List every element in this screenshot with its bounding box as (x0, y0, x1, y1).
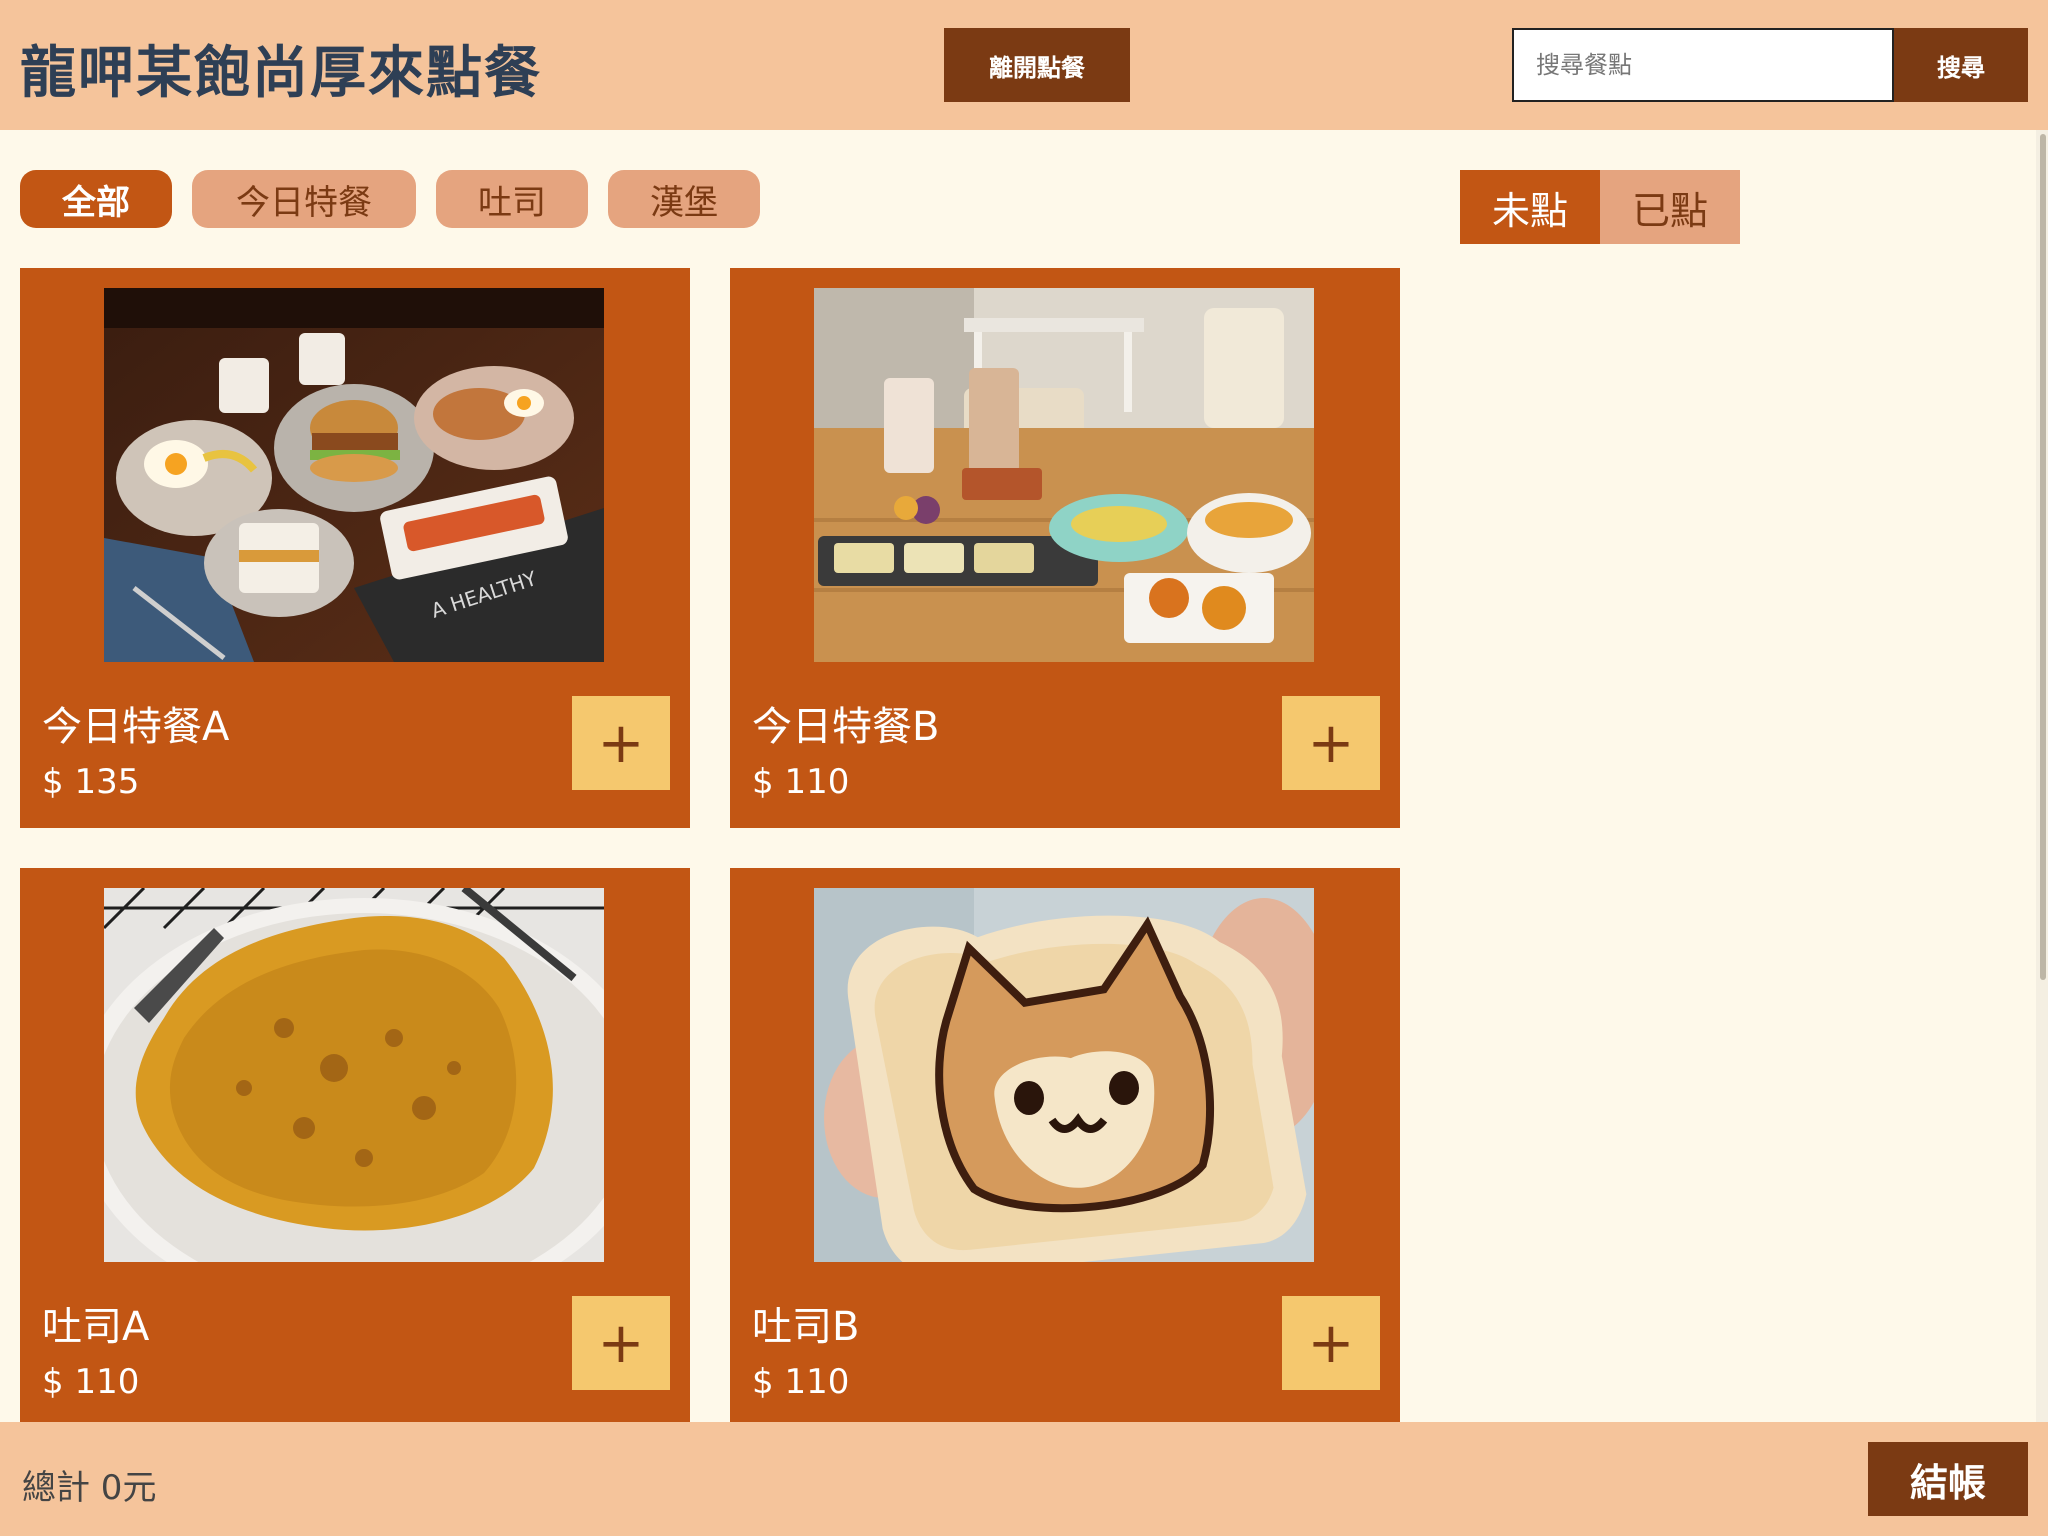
search-button[interactable]: 搜尋 (1894, 28, 2028, 102)
item-price: $ 110 (752, 762, 850, 802)
item-name: 今日特餐A (42, 704, 230, 750)
item-name: 吐司B (752, 1304, 860, 1350)
tab-ordered[interactable]: 已點 (1600, 170, 1740, 244)
leave-ordering-button[interactable]: 離開點餐 (944, 28, 1130, 102)
app-title: 龍呷某飽尚厚來點餐 (20, 41, 542, 106)
french-toast-photo (104, 888, 604, 1262)
order-total: 總計 0元 (22, 1468, 157, 1508)
item-price: $ 110 (752, 1362, 850, 1402)
category-burger[interactable]: 漢堡 (608, 170, 760, 228)
add-to-order-button[interactable]: + (1282, 1296, 1380, 1390)
item-name: 今日特餐B (752, 704, 940, 750)
header-bar: 龍呷某飽尚厚來點餐 離開點餐 搜尋 (0, 0, 2048, 130)
scrollbar-thumb[interactable] (2040, 134, 2046, 980)
item-price: $ 110 (42, 1362, 140, 1402)
menu-item-card: 吐司A $ 110 + (20, 868, 690, 1428)
search-input[interactable] (1512, 28, 1894, 102)
item-price: $ 135 (42, 762, 140, 802)
add-to-order-button[interactable]: + (1282, 696, 1380, 790)
menu-item-card: 吐司B $ 110 + (730, 868, 1400, 1428)
menu-item-card: A HEALTHY 今日特餐A $ 135 + (20, 268, 690, 828)
footer-bar: 總計 0元 結帳 (0, 1422, 2048, 1536)
shiba-toast-photo (814, 888, 1314, 1262)
category-toast[interactable]: 吐司 (436, 170, 588, 228)
checkout-button[interactable]: 結帳 (1868, 1442, 2028, 1516)
breakfast-spread-photo: A HEALTHY (104, 288, 604, 662)
menu-item-card: 今日特餐B $ 110 + (730, 268, 1400, 828)
item-name: 吐司A (42, 1304, 150, 1350)
cafe-table-breakfast-photo (814, 288, 1314, 662)
category-daily-special[interactable]: 今日特餐 (192, 170, 416, 228)
category-all[interactable]: 全部 (20, 170, 172, 228)
tab-unordered[interactable]: 未點 (1460, 170, 1600, 244)
add-to-order-button[interactable]: + (572, 1296, 670, 1390)
add-to-order-button[interactable]: + (572, 696, 670, 790)
